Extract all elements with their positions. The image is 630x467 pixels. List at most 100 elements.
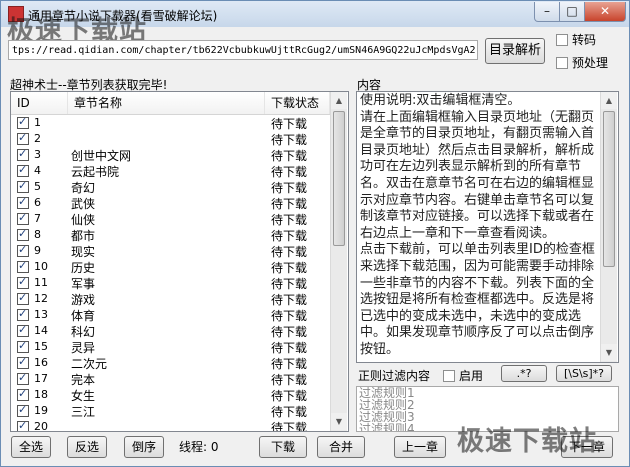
invert-selection-button[interactable]: 反选 <box>67 436 107 458</box>
content-editor[interactable]: 使用说明:双击编辑框清空。 请在上面编辑框输入目录页地址（无翻页是全章节的目录页地… <box>356 91 619 363</box>
chapter-list[interactable]: ID 章节名称 下载状态 1待下载2待下载3创世中文网待下载4 云起书院待下载 5奇… <box>10 91 349 432</box>
row-checkbox[interactable] <box>17 243 29 257</box>
row-chapter-name[interactable]: 都市 <box>71 227 95 244</box>
enable-filter-option[interactable]: 启用 <box>443 367 483 384</box>
row-checkbox[interactable] <box>17 371 29 385</box>
table-row[interactable]: 10 历史 待下载 <box>11 259 330 275</box>
row-chapter-name[interactable]: 科幻 <box>71 323 95 340</box>
scroll-up-arrow-icon[interactable]: ▲ <box>601 92 617 109</box>
select-all-button[interactable]: 全选 <box>11 436 51 458</box>
reverse-order-button[interactable]: 倒序 <box>124 436 164 458</box>
row-checkbox[interactable] <box>17 275 29 289</box>
maximize-button[interactable]: □ <box>559 2 585 22</box>
row-checkbox[interactable] <box>17 211 29 225</box>
column-header-chapter-name[interactable]: 章节名称 <box>68 92 265 114</box>
column-header-id[interactable]: ID <box>11 92 68 114</box>
next-chapter-button[interactable]: 下一章 <box>561 436 613 458</box>
download-button[interactable]: 下载 <box>259 436 307 458</box>
row-id: 13 <box>34 308 48 321</box>
row-chapter-name[interactable]: 云起书院 <box>71 163 119 180</box>
table-row[interactable]: 6 武侠 待下载 <box>11 195 330 211</box>
filter-rules-input[interactable]: 过滤规则1 过滤规则2 过滤规则3 过滤规则4 <box>356 386 619 432</box>
row-chapter-name[interactable]: 历史 <box>71 259 95 276</box>
table-row[interactable]: 20 待下载 <box>11 419 330 431</box>
scroll-down-arrow-icon[interactable]: ▼ <box>601 344 617 361</box>
row-checkbox[interactable] <box>17 259 29 273</box>
table-row[interactable]: 15 灵异 待下载 <box>11 339 330 355</box>
row-checkbox[interactable] <box>17 179 29 193</box>
column-header-download-status[interactable]: 下载状态 <box>265 92 330 114</box>
row-checkbox[interactable] <box>17 227 29 241</box>
enable-filter-checkbox[interactable] <box>443 369 455 382</box>
chapter-rows: 1待下载2待下载3创世中文网待下载4 云起书院待下载 5奇幻待下载6武侠待下载7仙侠… <box>11 115 330 431</box>
transcode-checkbox[interactable] <box>556 33 568 46</box>
table-row[interactable]: 1 待下载 <box>11 115 330 131</box>
row-checkbox[interactable] <box>17 307 29 321</box>
table-row[interactable]: 19 三江 待下载 <box>11 403 330 419</box>
preprocess-checkbox[interactable] <box>556 56 568 69</box>
table-row[interactable]: 8 都市 待下载 <box>11 227 330 243</box>
row-download-status: 待下载 <box>271 373 308 387</box>
row-checkbox[interactable] <box>17 355 29 369</box>
row-checkbox[interactable] <box>17 387 29 401</box>
preprocess-option[interactable]: 预处理 <box>556 54 608 71</box>
scroll-down-arrow-icon[interactable]: ▼ <box>331 413 347 430</box>
row-chapter-name[interactable]: 女生 <box>71 387 95 404</box>
row-id: 4 <box>34 164 41 177</box>
row-chapter-name[interactable]: 奇幻 <box>71 179 95 196</box>
scroll-thumb[interactable] <box>603 111 615 267</box>
table-row[interactable]: 13 体育 待下载 <box>11 307 330 323</box>
row-id: 14 <box>34 324 48 337</box>
table-row[interactable]: 17 完本 待下载 <box>11 371 330 387</box>
row-chapter-name[interactable]: 军事 <box>71 275 95 292</box>
row-download-status: 待下载 <box>271 245 308 259</box>
row-checkbox[interactable] <box>17 147 29 161</box>
row-chapter-name[interactable]: 游戏 <box>71 291 95 308</box>
row-chapter-name[interactable]: 完本 <box>71 371 95 388</box>
row-checkbox[interactable] <box>17 323 29 337</box>
row-download-status: 待下载 <box>271 357 308 371</box>
table-row[interactable]: 3 创世中文网 待下载 <box>11 147 330 163</box>
row-checkbox[interactable] <box>17 291 29 305</box>
url-input[interactable]: tps://read.qidian.com/chapter/tb622Vcbub… <box>8 40 478 60</box>
row-download-status: 待下载 <box>271 293 308 307</box>
merge-button[interactable]: 合并 <box>317 436 365 458</box>
row-chapter-name[interactable]: 武侠 <box>71 195 95 212</box>
row-chapter-name[interactable]: 现实 <box>71 243 95 260</box>
regex-lazy-any-button[interactable]: [\S\s]*? <box>556 365 612 382</box>
row-checkbox[interactable] <box>17 419 29 431</box>
table-row[interactable]: 2 待下载 <box>11 131 330 147</box>
table-row[interactable]: 11 军事 待下载 <box>11 275 330 291</box>
row-chapter-name[interactable]: 三江 <box>71 403 95 420</box>
close-button[interactable]: ✕ <box>584 2 626 22</box>
row-chapter-name[interactable]: 仙侠 <box>71 211 95 228</box>
chapter-list-scrollbar[interactable]: ▲ ▼ <box>330 92 347 431</box>
parse-directory-button[interactable]: 目录解析 <box>485 38 545 64</box>
filter-rule-line: 过滤规则4 <box>359 422 415 432</box>
scroll-up-arrow-icon[interactable]: ▲ <box>331 92 347 109</box>
table-row[interactable]: 16 二次元 待下载 <box>11 355 330 371</box>
minimize-button[interactable]: – <box>534 2 560 22</box>
row-checkbox[interactable] <box>17 339 29 353</box>
content-scrollbar[interactable]: ▲ ▼ <box>600 92 617 362</box>
transcode-option[interactable]: 转码 <box>556 31 596 48</box>
regex-lazy-dot-button[interactable]: .*? <box>501 365 547 382</box>
table-row[interactable]: 5 奇幻 待下载 <box>11 179 330 195</box>
row-checkbox[interactable] <box>17 195 29 209</box>
row-chapter-name[interactable]: 体育 <box>71 307 95 324</box>
row-checkbox[interactable] <box>17 115 29 129</box>
row-chapter-name[interactable]: 二次元 <box>71 355 107 372</box>
table-row[interactable]: 18 女生 待下载 <box>11 387 330 403</box>
previous-chapter-button[interactable]: 上一章 <box>394 436 446 458</box>
table-row[interactable]: 9 现实 待下载 <box>11 243 330 259</box>
row-chapter-name[interactable]: 创世中文网 <box>71 147 131 164</box>
table-row[interactable]: 12 游戏 待下载 <box>11 291 330 307</box>
table-row[interactable]: 7 仙侠 待下载 <box>11 211 330 227</box>
row-checkbox[interactable] <box>17 131 29 145</box>
scroll-thumb[interactable] <box>333 111 345 246</box>
row-checkbox[interactable] <box>17 403 29 417</box>
row-checkbox[interactable] <box>17 163 29 177</box>
table-row[interactable]: 4 云起书院 待下载 <box>11 163 330 179</box>
table-row[interactable]: 14 科幻 待下载 <box>11 323 330 339</box>
row-chapter-name[interactable]: 灵异 <box>71 339 95 356</box>
